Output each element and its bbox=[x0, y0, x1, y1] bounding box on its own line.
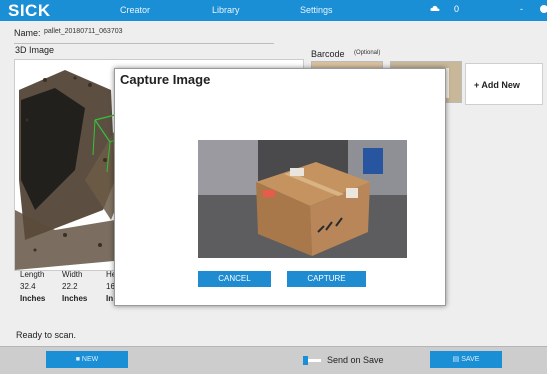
length-header: Length bbox=[20, 270, 45, 279]
new-button[interactable]: ■ NEW bbox=[46, 351, 128, 368]
name-underline bbox=[14, 43, 274, 44]
send-on-save-label: Send on Save bbox=[327, 355, 384, 365]
minimize-button[interactable]: - bbox=[520, 4, 523, 14]
sick-logo: SICK bbox=[8, 1, 51, 20]
capture-image-dialog: Capture Image CANCEL CAPTURE bbox=[114, 68, 446, 306]
barcode-optional-label: (Optional) bbox=[354, 50, 381, 56]
name-field[interactable]: pallet_20180711_063703 bbox=[44, 28, 123, 35]
new-button-label: NEW bbox=[81, 356, 99, 363]
capture-button[interactable]: CAPTURE bbox=[287, 271, 366, 287]
bottom-bar: ■ NEW Send on Save ▤ SAVE bbox=[0, 346, 547, 374]
cancel-button[interactable]: CANCEL bbox=[198, 271, 271, 287]
floppy-disk-icon: ▤ bbox=[452, 356, 460, 363]
save-button[interactable]: ▤ SAVE bbox=[430, 351, 502, 368]
info-icon[interactable] bbox=[540, 5, 547, 15]
width-header: Width bbox=[62, 270, 83, 279]
width-column: Width 22.2 Inches bbox=[62, 269, 87, 305]
length-column: Length 32.4 Inches bbox=[20, 269, 45, 305]
toggle-knob[interactable] bbox=[303, 356, 308, 365]
cloud-count: 0 bbox=[454, 4, 460, 14]
plus-square-icon: ■ bbox=[75, 356, 80, 363]
length-value: 32.4 bbox=[20, 282, 36, 291]
name-label: Name: bbox=[14, 28, 41, 38]
top-nav-bar: SICK Creator Library Settings 0 - bbox=[0, 0, 547, 21]
width-value: 22.2 bbox=[62, 282, 78, 291]
save-button-label: SAVE bbox=[461, 356, 480, 363]
barcode-label: Barcode bbox=[311, 49, 345, 59]
name-row: Name: pallet_20180711_063703 bbox=[14, 28, 123, 38]
status-text: Ready to scan. bbox=[16, 330, 77, 340]
image3d-label: 3D Image bbox=[15, 45, 55, 55]
length-unit: Inches bbox=[20, 294, 46, 303]
nav-creator[interactable]: Creator bbox=[120, 5, 150, 15]
nav-library[interactable]: Library bbox=[212, 5, 240, 15]
camera-preview bbox=[198, 140, 407, 258]
nav-settings[interactable]: Settings bbox=[300, 5, 333, 15]
dialog-title: Capture Image bbox=[120, 72, 211, 87]
add-new-barcode-button[interactable]: + Add New bbox=[465, 63, 543, 105]
width-unit: Inches bbox=[62, 294, 88, 303]
cloud-icon[interactable] bbox=[430, 4, 440, 15]
